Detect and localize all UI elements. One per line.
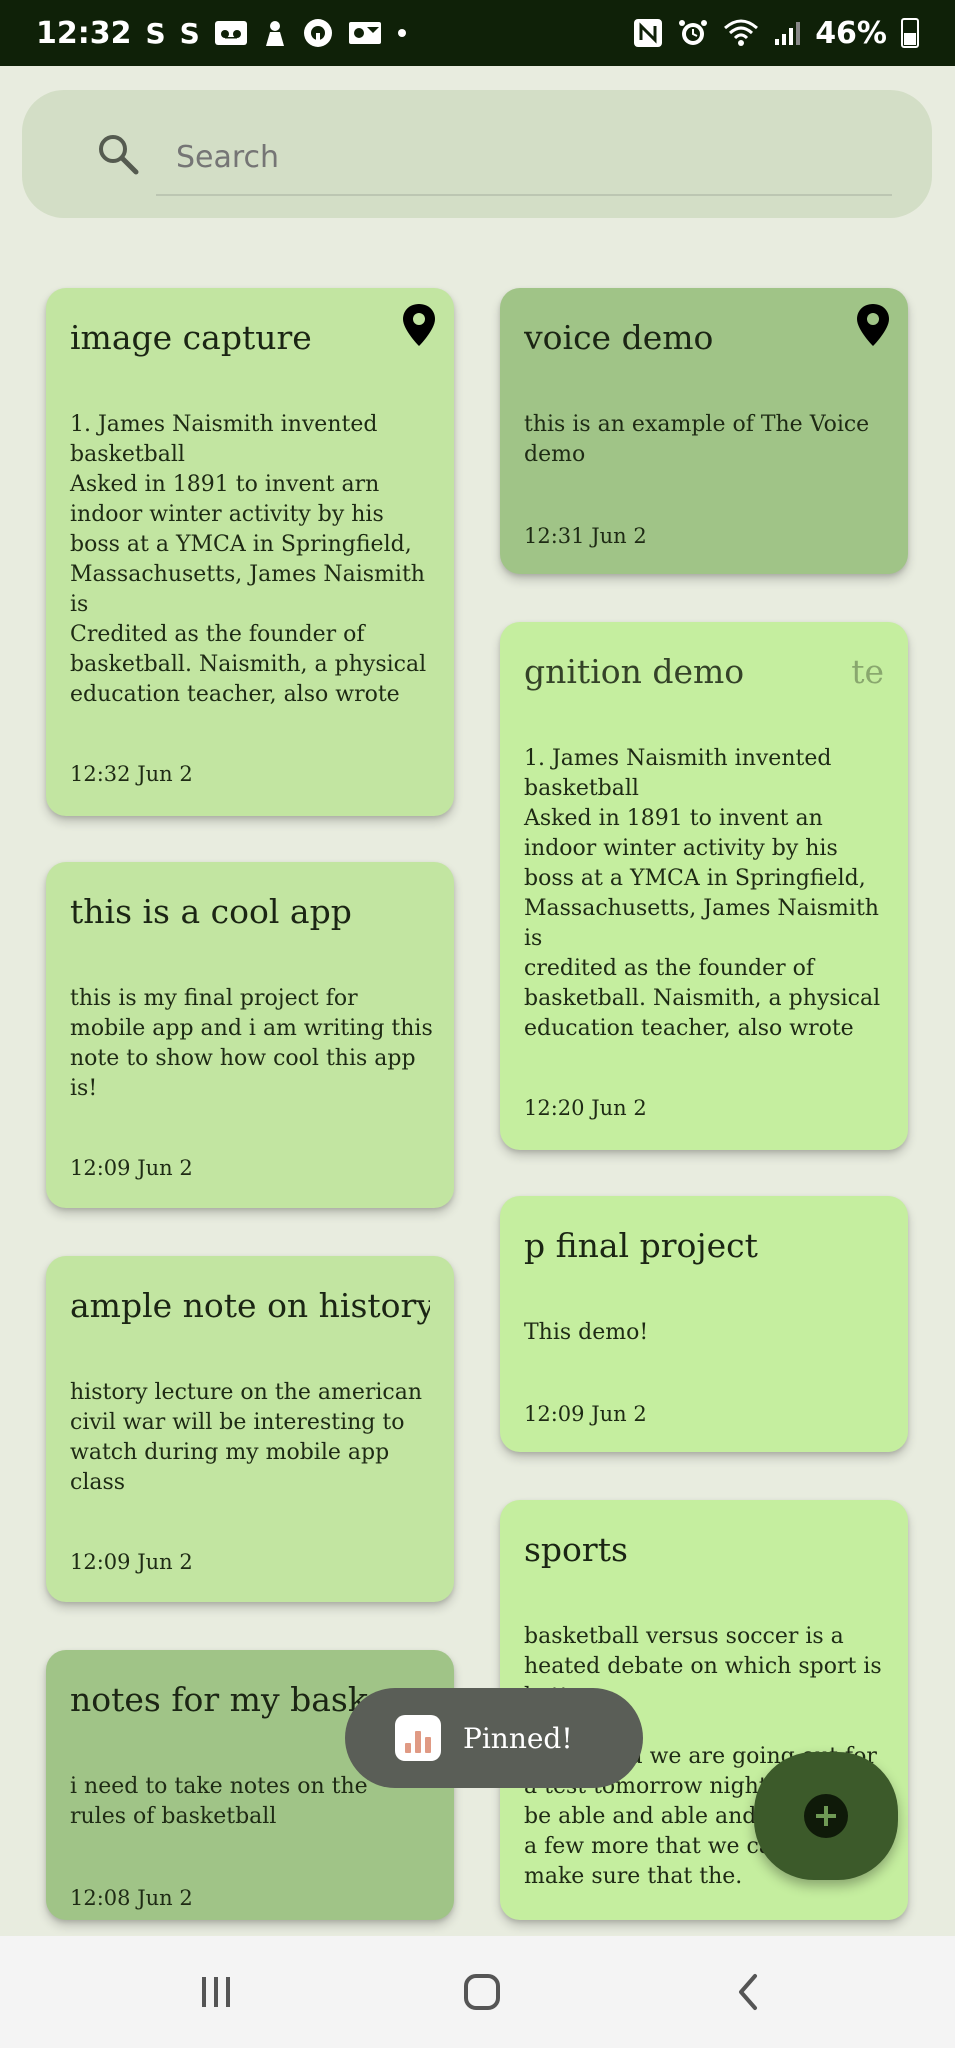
note-time: 12:32 Jun 2	[70, 762, 193, 786]
opera-icon	[303, 19, 332, 47]
plus-icon	[804, 1794, 848, 1838]
home-icon	[464, 1974, 500, 2010]
nfc-icon	[634, 19, 663, 47]
alarm-icon	[679, 20, 708, 45]
status-left: 12:32 S S	[36, 16, 408, 51]
note-title-text: gnition demo	[524, 652, 745, 691]
add-note-button[interactable]	[754, 1752, 898, 1880]
battery-icon	[901, 18, 919, 48]
toast: Pinned!	[345, 1688, 643, 1788]
note-time: 12:09 Jun 2	[70, 1156, 193, 1180]
note-title: p final project	[524, 1226, 758, 1265]
search-icon[interactable]	[96, 132, 140, 176]
samsung-s-icon-2: S	[179, 16, 200, 50]
toast-text: Pinned!	[463, 1721, 573, 1755]
navigation-bar	[0, 1936, 955, 2048]
note-title: gnition demo te	[524, 652, 884, 691]
dot-icon	[397, 29, 406, 37]
note-card[interactable]: image capture 1. James Naismith invented…	[46, 288, 454, 816]
note-body: This demo!	[524, 1320, 649, 1345]
signal-icon	[775, 22, 801, 45]
back-icon	[739, 1974, 757, 2010]
note-title: sports	[524, 1530, 628, 1569]
note-time: 12:31 Jun 2	[524, 524, 647, 548]
note-card[interactable]: gnition demo te 1. James Naismith invent…	[500, 622, 908, 1150]
note-card[interactable]: voice demo this is an example of The Voi…	[500, 288, 908, 574]
outlook-icon	[348, 22, 381, 44]
note-body: 1. James Naismith invented basketball As…	[70, 412, 427, 707]
note-time: 12:09 Jun 2	[70, 1550, 193, 1574]
note-time: 12:20 Jun 2	[524, 1096, 647, 1120]
note-card[interactable]: this is a cool app this is my final proj…	[46, 862, 454, 1208]
search-input[interactable]	[156, 120, 892, 196]
app-icon	[395, 1715, 441, 1761]
recent-apps-button[interactable]	[194, 1972, 238, 2012]
status-time: 12:32	[36, 15, 132, 51]
note-title-trail: te	[851, 652, 884, 691]
home-button[interactable]	[460, 1972, 504, 2012]
status-bar: 12:32 S S 46%	[0, 0, 955, 66]
note-body: this is my final project for mobile app …	[70, 986, 433, 1101]
note-title: voice demo	[524, 318, 714, 357]
samsung-s-icon: S	[145, 16, 166, 50]
battery-percent: 46%	[815, 15, 887, 51]
note-title: ample note on history	[70, 1286, 430, 1325]
note-title: this is a cool app	[70, 892, 352, 931]
status-right: 46%	[633, 16, 919, 51]
recent-apps-icon	[202, 1977, 230, 2007]
note-body: 1. James Naismith invented basketball As…	[524, 746, 881, 1041]
back-button[interactable]	[726, 1972, 770, 2012]
location-pin-icon[interactable]	[400, 302, 438, 348]
note-body: history lecture on the american civil wa…	[70, 1380, 423, 1495]
wifi-icon	[724, 19, 759, 46]
voicemail-icon	[214, 21, 247, 45]
notification-icon	[265, 21, 284, 46]
note-time: 12:09 Jun 2	[524, 1402, 647, 1426]
location-pin-icon[interactable]	[854, 302, 892, 348]
note-time: 12:08 Jun 2	[70, 1886, 193, 1910]
note-body: this is an example of The Voice demo	[524, 412, 870, 467]
note-card[interactable]: p final project This demo! 12:09 Jun 2	[500, 1196, 908, 1452]
note-title: image capture	[70, 318, 312, 357]
note-card[interactable]: ample note on history history lecture on…	[46, 1256, 454, 1602]
